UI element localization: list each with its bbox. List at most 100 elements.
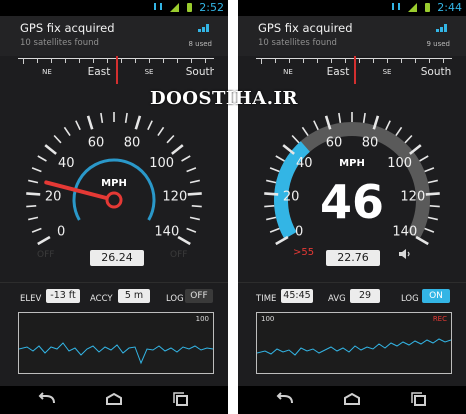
- log-toggle[interactable]: OFF: [185, 289, 213, 303]
- gauge-minor-tick: [419, 155, 429, 162]
- gauge-tick-label: 20: [283, 189, 300, 204]
- gauge-tick-label: 80: [124, 136, 141, 151]
- gauge-major-tick: [37, 235, 51, 246]
- gauge-tick-label: 140: [392, 225, 417, 240]
- recording-indicator: REC: [432, 315, 447, 323]
- gauge-minor-tick: [100, 112, 104, 123]
- log-label: LOG: [401, 294, 419, 304]
- gps-status-panel[interactable]: GPS fix acquired 10 satellites found 8 u…: [0, 16, 228, 56]
- status-bar: 2:52: [0, 0, 228, 16]
- gauge-tick-label: 0: [295, 225, 303, 240]
- accuracy-value: 5 m: [118, 289, 150, 303]
- gauge-minor-tick: [338, 112, 342, 123]
- gauge-tick-label: 60: [326, 136, 343, 151]
- gauge-minor-tick: [266, 179, 277, 184]
- navigation-bar: [238, 386, 466, 414]
- gauge-major-tick: [44, 144, 57, 155]
- battery-icon: [187, 3, 192, 12]
- gauge-minor-tick: [63, 126, 71, 137]
- graph-max-label: 100: [195, 315, 209, 323]
- elevation-label: ELEV: [20, 294, 42, 304]
- home-icon[interactable]: [103, 392, 125, 408]
- gauge-minor-tick: [28, 179, 39, 184]
- gauge-tick-label: 20: [45, 189, 62, 204]
- gauge-tick-label: 100: [387, 156, 412, 171]
- speaker-icon[interactable]: [398, 246, 412, 260]
- compass-strip: NE East SE South: [256, 56, 452, 86]
- needle-hub: [105, 191, 123, 209]
- recent-apps-icon[interactable]: [408, 392, 430, 408]
- gauge-major-tick: [134, 115, 142, 130]
- satellites-used: 8 used: [188, 40, 212, 48]
- gauge-minor-tick: [266, 216, 277, 221]
- time-value: 45:45: [281, 289, 313, 303]
- gauge-minor-tick: [275, 155, 285, 162]
- gauge-tick-label: 120: [400, 189, 425, 204]
- compass-label-south: South: [185, 66, 214, 78]
- off-indicator-right: OFF: [170, 250, 188, 260]
- gauge-minor-tick: [189, 179, 200, 184]
- accuracy-label: ACCY: [90, 294, 113, 304]
- speed-limit-warning: >55: [293, 247, 315, 258]
- status-bar: 2:44: [238, 0, 466, 16]
- gauge-minor-tick: [291, 134, 300, 144]
- digital-speed-value: 46: [320, 175, 384, 229]
- satellites-found: 10 satellites found: [258, 38, 337, 48]
- graph-max-label: 100: [261, 315, 275, 323]
- gauge-major-tick: [26, 192, 41, 196]
- bluetooth-icon: [391, 3, 400, 10]
- compass-label-se: SE: [144, 68, 154, 76]
- gauge-minor-tick: [301, 126, 309, 137]
- gauge-major-tick: [275, 235, 289, 246]
- recent-apps-icon[interactable]: [170, 392, 192, 408]
- gauge-minor-tick: [186, 167, 197, 173]
- gauge-minor-tick: [53, 134, 62, 144]
- gauge-minor-tick: [385, 120, 391, 131]
- status-time: 2:52: [199, 1, 224, 14]
- compass-label-se: SE: [382, 68, 392, 76]
- speed-readout: 22.76: [326, 250, 380, 266]
- gauge-minor-tick: [181, 155, 191, 162]
- gauge-minor-tick: [31, 227, 42, 233]
- gauge-minor-tick: [395, 126, 403, 137]
- gps-status-title: GPS fix acquired: [20, 21, 115, 35]
- screen-speedometer-needle: 2:52 GPS fix acquired 10 satellites foun…: [0, 0, 228, 414]
- gauge-minor-tick: [189, 216, 200, 221]
- bluetooth-icon: [153, 3, 162, 10]
- gauge-major-tick: [171, 144, 184, 155]
- gauge-major-tick: [415, 235, 429, 246]
- time-label: TIME: [256, 294, 277, 304]
- status-time: 2:44: [437, 1, 462, 14]
- gauge-major-tick: [187, 192, 202, 196]
- off-indicator-left: OFF: [37, 250, 55, 260]
- gauge-minor-tick: [186, 227, 197, 233]
- navigation-bar: [0, 386, 228, 414]
- log-toggle[interactable]: ON: [422, 289, 450, 303]
- gauge-major-tick: [86, 115, 94, 130]
- home-icon[interactable]: [341, 392, 363, 408]
- compass-label-east: East: [87, 66, 111, 78]
- gauge-minor-tick: [424, 167, 435, 173]
- satellite-bars-icon: [436, 24, 448, 32]
- gauge-minor-tick: [157, 126, 165, 137]
- elevation-value: -13 ft: [46, 289, 80, 303]
- average-label: AVG: [328, 294, 346, 304]
- compass-heading-marker: [116, 56, 118, 84]
- gauge-minor-tick: [147, 120, 153, 131]
- gauge-minor-tick: [429, 205, 440, 208]
- log-label: LOG: [166, 294, 184, 304]
- satellites-used: 9 used: [426, 40, 450, 48]
- gauge-minor-tick: [269, 167, 280, 173]
- back-icon[interactable]: [274, 392, 296, 408]
- gps-status-panel[interactable]: GPS fix acquired 10 satellites found 9 u…: [238, 16, 466, 56]
- compass-label-south: South: [420, 66, 452, 78]
- gauge-minor-tick: [37, 155, 47, 162]
- gauge-tick-label: 120: [162, 189, 187, 204]
- speedometer-gauge: 0 20 40 60 80 100 120 140 MPH 46: [238, 88, 466, 248]
- gauge-minor-tick: [404, 134, 413, 144]
- back-icon[interactable]: [36, 392, 58, 408]
- average-value: 29: [350, 289, 380, 303]
- compass-label-east: East: [326, 66, 350, 78]
- gauge-minor-tick: [427, 216, 438, 221]
- compass-label-ne: NE: [42, 68, 52, 76]
